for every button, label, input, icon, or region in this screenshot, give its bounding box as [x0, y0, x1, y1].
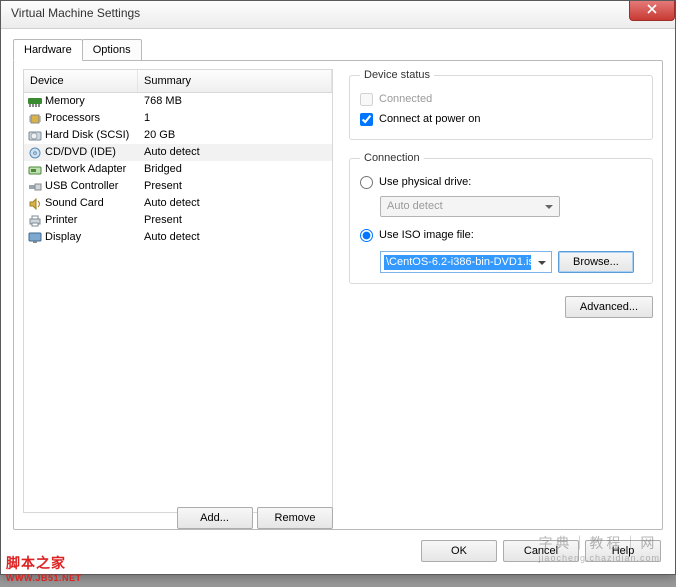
use-physical-drive-radio[interactable] — [360, 176, 373, 189]
device-summary: 768 MB — [138, 93, 332, 110]
display-icon — [28, 232, 42, 244]
device-detail-pane: Device status Connected Connect at power… — [349, 69, 653, 318]
device-row-memory[interactable]: Memory 768 MB — [24, 93, 332, 110]
device-name: Sound Card — [45, 195, 104, 212]
window-title: Virtual Machine Settings — [11, 6, 140, 20]
device-row-display[interactable]: Display Auto detect — [24, 229, 332, 246]
device-list-pane: Device Summary Memory768 MBProcessors1Ha… — [23, 69, 333, 513]
client-area: HardwareOptions Device Summary Memory 768… — [1, 29, 675, 574]
watermark-sub: WWW.JB51.NET — [6, 573, 82, 583]
iso-path-value: \CentOS-6.2-i386-bin-DVD1.iso — [384, 255, 531, 270]
device-summary: Auto detect — [138, 229, 332, 246]
device-name: CD/DVD (IDE) — [45, 144, 116, 161]
settings-window: Virtual Machine Settings HardwareOptions… — [0, 0, 676, 575]
add-button[interactable]: Add... — [177, 507, 253, 529]
device-name: Network Adapter — [45, 161, 126, 178]
remove-button[interactable]: Remove — [257, 507, 333, 529]
connection-group: Connection Use physical drive: Auto dete… — [349, 152, 653, 284]
hdd-icon — [28, 130, 42, 142]
device-name: Printer — [45, 212, 77, 229]
printer-icon — [28, 215, 42, 227]
device-row-cd-dvd-ide-[interactable]: CD/DVD (IDE) Auto detect — [24, 144, 332, 161]
device-summary: Present — [138, 178, 332, 195]
watermark-jb51: 脚本之家 WWW.JB51.NET — [6, 553, 82, 583]
dialog-buttons: OK Cancel Help — [421, 540, 661, 562]
titlebar[interactable]: Virtual Machine Settings — [1, 1, 675, 29]
use-iso-radio[interactable] — [360, 229, 373, 242]
use-physical-drive-label: Use physical drive: — [379, 176, 471, 188]
device-name: Processors — [45, 110, 100, 127]
physical-drive-dropdown: Auto detect — [380, 196, 560, 217]
device-summary: 1 — [138, 110, 332, 127]
close-button[interactable] — [629, 1, 675, 21]
device-name: Display — [45, 229, 81, 246]
col-summary[interactable]: Summary — [138, 70, 332, 92]
device-row-printer[interactable]: Printer Present — [24, 212, 332, 229]
iso-path-combobox[interactable]: \CentOS-6.2-i386-bin-DVD1.iso — [380, 251, 552, 273]
cd-icon — [28, 147, 42, 159]
connection-legend: Connection — [360, 152, 424, 164]
connected-label: Connected — [379, 93, 432, 105]
device-list-header[interactable]: Device Summary — [23, 69, 333, 93]
help-button[interactable]: Help — [585, 540, 661, 562]
watermark-main: 脚本之家 — [6, 555, 66, 571]
device-list[interactable]: Memory 768 MB Processors 1 Hard Disk (SCSI) 2… — [23, 93, 333, 513]
device-summary: Auto detect — [138, 195, 332, 212]
device-row-sound-card[interactable]: Sound Card Auto detect — [24, 195, 332, 212]
device-status-legend: Device status — [360, 69, 434, 81]
device-row-usb-controller[interactable]: USB Controller Present — [24, 178, 332, 195]
cpu-icon — [28, 113, 42, 125]
ok-button[interactable]: OK — [421, 540, 497, 562]
device-status-group: Device status Connected Connect at power… — [349, 69, 653, 140]
tabstrip: HardwareOptions — [13, 39, 142, 61]
sound-icon — [28, 198, 42, 210]
device-summary: Present — [138, 212, 332, 229]
memory-icon — [28, 96, 42, 108]
connect-at-poweron-checkbox[interactable] — [360, 113, 373, 126]
connect-at-poweron-label: Connect at power on — [379, 113, 481, 125]
device-row-hard-disk-scsi-[interactable]: Hard Disk (SCSI) 20 GB — [24, 127, 332, 144]
device-summary: 20 GB — [138, 127, 332, 144]
connected-checkbox — [360, 93, 373, 106]
device-row-processors[interactable]: Processors 1 — [24, 110, 332, 127]
device-row-network-adapter[interactable]: Network Adapter Bridged — [24, 161, 332, 178]
advanced-button[interactable]: Advanced... — [565, 296, 653, 318]
tab-hardware[interactable]: Hardware — [13, 39, 83, 61]
use-iso-label: Use ISO image file: — [379, 229, 474, 241]
nic-icon — [28, 164, 42, 176]
device-name: Hard Disk (SCSI) — [45, 127, 129, 144]
tab-options[interactable]: Options — [82, 39, 142, 61]
add-remove-bar: Add... Remove — [23, 507, 333, 529]
usb-icon — [28, 181, 42, 193]
cancel-button[interactable]: Cancel — [503, 540, 579, 562]
browse-button[interactable]: Browse... — [558, 251, 634, 273]
col-device[interactable]: Device — [24, 70, 138, 92]
device-summary: Bridged — [138, 161, 332, 178]
device-name: USB Controller — [45, 178, 118, 195]
device-name: Memory — [45, 93, 85, 110]
device-summary: Auto detect — [138, 144, 332, 161]
